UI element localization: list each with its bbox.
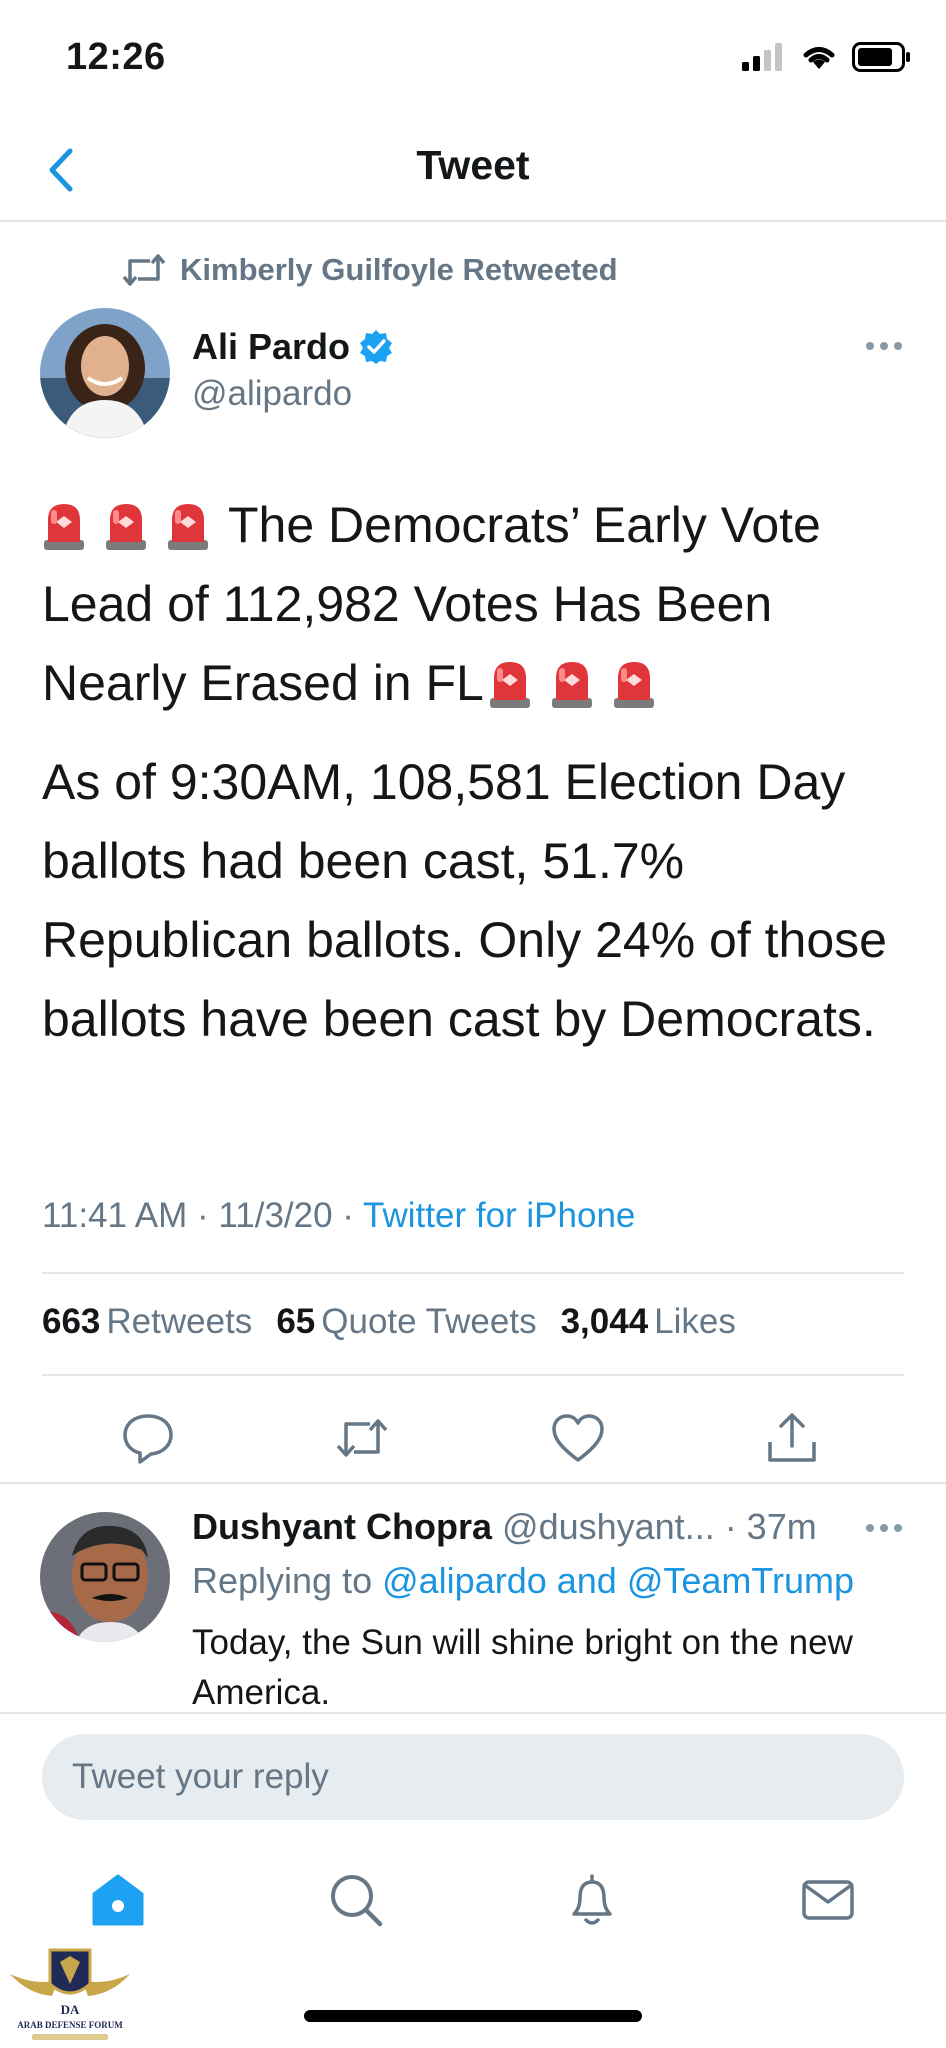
watermark-text-1: DA	[61, 2002, 80, 2017]
tweet-timestamp: 11:41 AM · 11/3/20 ·	[42, 1196, 364, 1235]
reply-header: Dushyant Chopra @dushyant... · 37m	[192, 1506, 817, 1548]
siren-emoji	[551, 662, 592, 708]
tweet-paragraph-1-text: The Democrats’ Early Vote Lead of 112,98…	[42, 497, 821, 711]
home-icon[interactable]	[88, 1870, 148, 1930]
siren-emoji	[613, 662, 654, 708]
author-name[interactable]: Ali Pardo	[192, 326, 350, 368]
verified-badge-icon	[360, 330, 393, 364]
siren-emoji	[44, 504, 84, 550]
divider	[42, 1272, 904, 1274]
retweet-icon	[122, 254, 166, 286]
tweet-meta: 11:41 AM · 11/3/20 · Twitter for iPhone	[42, 1196, 635, 1236]
retweet-icon[interactable]	[334, 1410, 390, 1466]
search-icon[interactable]	[326, 1870, 386, 1930]
siren-emoji	[489, 662, 530, 708]
author-handle[interactable]: @alipardo	[192, 374, 352, 414]
notifications-icon[interactable]	[562, 1870, 622, 1930]
replying-to: Replying to @alipardo and @TeamTrump	[192, 1560, 854, 1602]
retweets-stat[interactable]: 663 Retweets	[42, 1302, 252, 1342]
page-title: Tweet	[416, 142, 530, 188]
watermark-text-2: ARAB DEFENSE FORUM	[17, 2020, 123, 2030]
reply-compose-placeholder: Tweet your reply	[72, 1757, 329, 1796]
replying-to-mentions[interactable]: @alipardo and @TeamTrump	[382, 1560, 854, 1601]
tab-bar	[0, 1840, 946, 1970]
cellular-signal-icon	[742, 43, 782, 71]
tweet-paragraph-2: As of 9:30AM, 108,581 Election Day ballo…	[42, 754, 887, 1047]
likes-stat[interactable]: 3,044 Likes	[561, 1302, 736, 1342]
more-icon[interactable]	[864, 340, 904, 352]
divider	[0, 1712, 946, 1714]
status-time: 12:26	[66, 36, 166, 78]
quote-tweets-stat[interactable]: 65 Quote Tweets	[276, 1302, 536, 1342]
author-name-row[interactable]: Ali Pardo	[192, 326, 394, 368]
replying-to-prefix: Replying to	[192, 1560, 383, 1601]
divider	[42, 1374, 904, 1376]
wifi-icon	[803, 47, 835, 69]
retweet-context-label: Kimberly Guilfoyle Retweeted	[180, 252, 618, 287]
tweet-text: The Democrats’ Early Vote Lead of 112,98…	[42, 486, 912, 1079]
more-icon[interactable]	[864, 1522, 904, 1534]
reply-author-meta: @dushyant... · 37m	[492, 1506, 817, 1547]
reply-text: Today, the Sun will shine bright on the …	[192, 1623, 853, 1712]
reply-author-avatar[interactable]	[40, 1512, 170, 1642]
watermark-logo: DA ARAB DEFENSE FORUM	[10, 1948, 130, 2040]
siren-emoji	[106, 504, 146, 550]
messages-icon[interactable]	[798, 1870, 858, 1930]
reply-compose-input[interactable]: Tweet your reply	[42, 1734, 904, 1820]
battery-icon	[852, 42, 910, 72]
home-indicator	[304, 2010, 642, 2022]
siren-emoji	[168, 504, 208, 550]
like-icon[interactable]	[550, 1410, 606, 1466]
retweet-context[interactable]: Kimberly Guilfoyle Retweeted	[122, 252, 618, 288]
tweet-source-link[interactable]: Twitter for iPhone	[363, 1196, 635, 1235]
tweet-stats: 663 Retweets 65 Quote Tweets 3,044 Likes	[42, 1302, 736, 1342]
status-bar: 12:26	[0, 0, 946, 120]
tweet-action-bar	[0, 1400, 946, 1480]
reply-author-name[interactable]: Dushyant Chopra	[192, 1506, 492, 1547]
author-avatar[interactable]	[40, 308, 170, 438]
share-icon[interactable]	[764, 1410, 820, 1466]
reply-tweet[interactable]: Dushyant Chopra @dushyant... · 37m Reply…	[0, 1482, 946, 1712]
tweet-paragraph-1: The Democrats’ Early Vote Lead of 112,98…	[42, 486, 912, 723]
reply-icon[interactable]	[120, 1410, 176, 1466]
status-icons	[742, 42, 912, 72]
nav-bar: Tweet	[0, 120, 946, 222]
